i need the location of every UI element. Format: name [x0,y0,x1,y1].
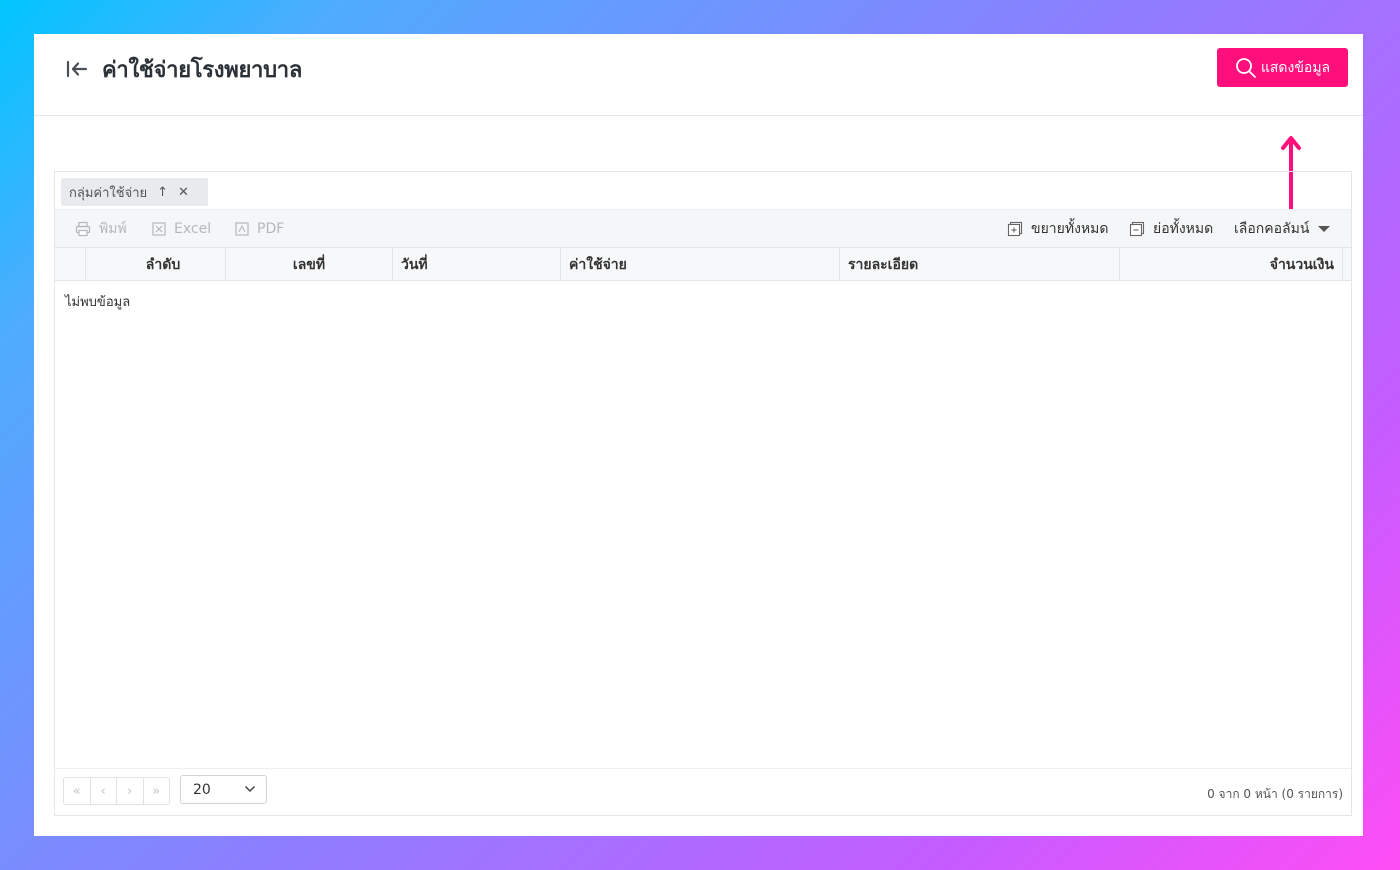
double-chevron-left-icon: « [72,783,81,799]
pdf-label: PDF [257,221,285,237]
column-header-date-label: วันที่ [401,256,428,273]
excel-file-icon [152,222,166,236]
page-title: ค่าใช้จ่ายโรงพยาบาล [102,58,302,83]
back-button[interactable] [64,58,90,80]
column-header-sequence-label: ลำดับ [145,256,181,273]
pdf-export-button[interactable]: PDF [235,210,284,248]
prev-page-button[interactable]: ‹ [91,778,117,804]
column-header-expense[interactable]: ค่าใช้จ่าย [561,248,840,281]
last-page-button[interactable]: » [144,778,170,804]
column-header-amount-label: จำนวนเงิน [1269,256,1334,273]
excel-export-button[interactable]: Excel [152,210,211,248]
group-chip[interactable]: กลุ่มค่าใช้จ่าย ↑ ✕ [61,178,208,206]
chevron-right-icon: › [127,783,133,799]
empty-message: ไม่พบข้อมูล [65,295,131,310]
print-button[interactable]: พิมพ์ [75,210,127,248]
pdf-file-icon [235,222,249,236]
collapse-all-label: ย่อทั้งหมด [1153,221,1214,237]
collapse-minus-icon [1129,221,1145,237]
choose-columns-label: เลือกคอลัมน์ [1234,221,1310,237]
double-chevron-right-icon: » [152,783,161,799]
column-header-number-label: เลขที่ [292,256,326,273]
column-header-details-label: รายละเอียด [848,256,919,273]
grid-toolbar: พิมพ์ Excel PDF ขยายทั้งหมด ย่อทั้งหมด เ… [55,210,1351,248]
collapse-left-icon [66,60,88,78]
column-header-amount[interactable]: จำนวนเงิน [1120,248,1343,281]
caret-down-icon [1318,226,1331,232]
page-info: 0 จาก 0 หน้า (0 รายการ) [1207,787,1343,801]
sort-ascending-icon[interactable]: ↑ [157,185,168,200]
pager-nav: « ‹ › » [63,777,170,805]
column-header-details[interactable]: รายละเอียด [840,248,1120,281]
data-grid: กลุ่มค่าใช้จ่าย ↑ ✕ พิมพ์ Excel PDF ขยาย… [54,171,1352,816]
printer-icon [75,221,91,237]
page-size-value: 20 [193,781,211,798]
group-chip-label: กลุ่มค่าใช้จ่าย [69,185,148,201]
column-header-expense-label: ค่าใช้จ่าย [569,256,627,273]
show-data-button-label: แสดงข้อมูล [1260,59,1331,76]
expand-all-label: ขยายทั้งหมด [1031,221,1109,237]
excel-label: Excel [174,221,212,237]
expand-column-header [55,248,86,281]
pager: « ‹ › » 20 0 จาก 0 หน้า (0 รายการ) [55,768,1351,816]
choose-columns-button[interactable]: เลือกคอลัมน์ [1234,210,1331,248]
search-icon [1235,57,1256,78]
column-header-sequence[interactable]: ลำดับ [86,248,226,281]
chevron-left-icon: ‹ [100,783,106,799]
close-icon[interactable]: ✕ [178,185,189,200]
app-window: ค่าใช้จ่ายโรงพยาบาล แสดงข้อมูล กลุ่มค่าใ… [34,34,1363,836]
group-panel: กลุ่มค่าใช้จ่าย ↑ ✕ [55,172,1351,210]
column-header-date[interactable]: วันที่ [393,248,561,281]
column-header-number[interactable]: เลขที่ [226,248,393,281]
show-data-button[interactable]: แสดงข้อมูล [1217,48,1348,87]
table-header: ลำดับ เลขที่ วันที่ ค่าใช้จ่าย รายละเอีย… [55,248,1351,281]
expand-plus-icon [1007,221,1023,237]
chevron-down-icon [244,785,256,793]
page-size-select[interactable]: 20 [180,775,267,804]
expand-all-button[interactable]: ขยายทั้งหมด [1007,210,1108,248]
print-label: พิมพ์ [99,221,127,237]
first-page-button[interactable]: « [64,778,91,804]
collapse-all-button[interactable]: ย่อทั้งหมด [1129,210,1213,248]
page-header: ค่าใช้จ่ายโรงพยาบาล แสดงข้อมูล [34,34,1363,116]
next-page-button[interactable]: › [117,778,144,804]
